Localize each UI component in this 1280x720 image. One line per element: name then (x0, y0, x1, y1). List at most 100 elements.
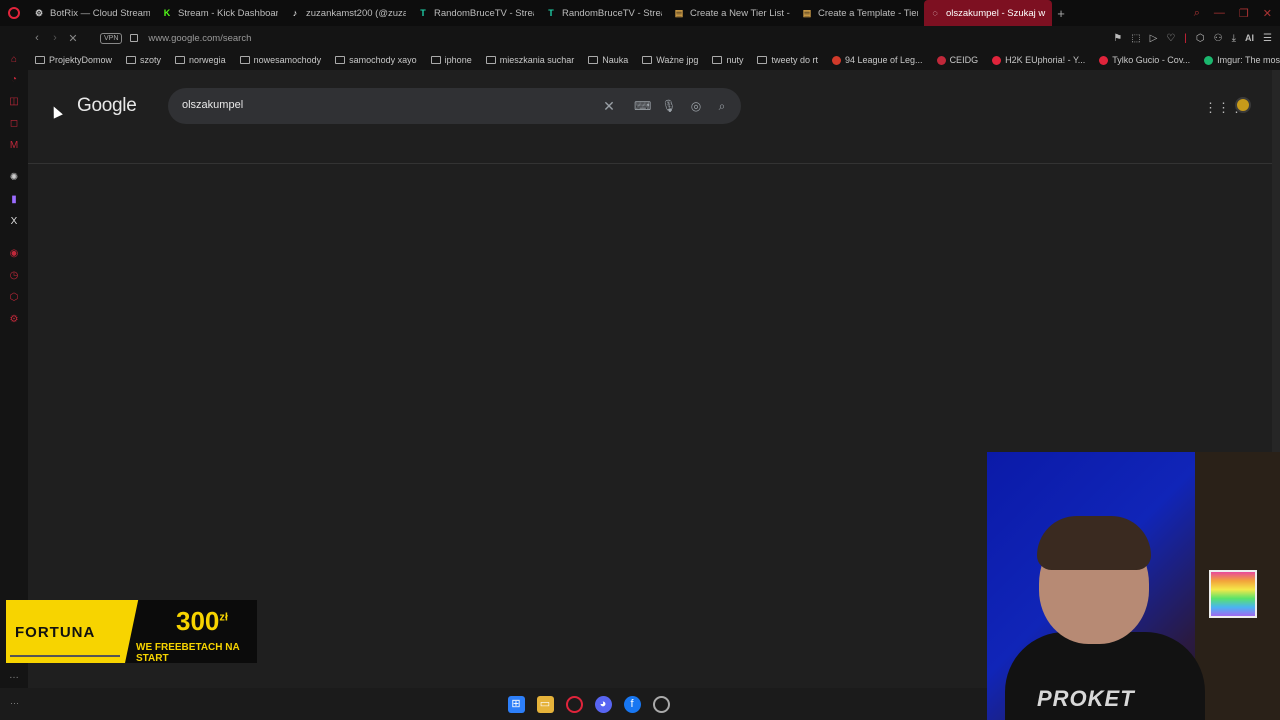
sidebar-history-icon[interactable]: ◔ (8, 74, 20, 86)
camera-lens-icon[interactable]: ◎ (688, 98, 704, 114)
tab-4[interactable]: T RandomBruceTV - Stream (412, 0, 540, 26)
loading-icon: ◌ (932, 8, 938, 18)
bookmark-label: Imgur: The most a... (1217, 55, 1280, 65)
player-icon[interactable]: ▷ (1150, 33, 1158, 44)
bookmark-label: tweety do rt (771, 55, 818, 65)
extensions-icon[interactable]: ⬡ (1196, 33, 1205, 44)
cam-shirt-text: PROKET (1037, 686, 1135, 711)
bookmark-label: iphone (444, 55, 472, 65)
tab-8[interactable]: ◌ olszakumpel - Szukaj w G (924, 0, 1052, 26)
avatar[interactable] (1235, 97, 1251, 113)
facebook-icon[interactable]: f (623, 695, 641, 713)
file-explorer-icon[interactable]: ▭ (536, 695, 554, 713)
new-tab-button[interactable]: + (1052, 6, 1070, 21)
tiktok-icon: ♪ (292, 8, 298, 18)
minimize-button[interactable]: — (1214, 7, 1225, 20)
sidebar-clock-icon[interactable]: ◷ (8, 270, 20, 282)
bookmark-icon[interactable]: ⚑ (1113, 33, 1122, 44)
reload-stop-button[interactable]: ✕ (64, 32, 82, 45)
bookmark-label: H2K EUphoria! - Y... (1005, 55, 1086, 65)
url-field[interactable]: www.google.com/search (148, 33, 251, 44)
fortuna-ad: FORTUNA 300zł WE FREEBETACH NA START (6, 600, 257, 664)
aria-ai-button[interactable]: AI (1245, 33, 1254, 43)
bookmark-item[interactable]: nowesamochody (233, 55, 329, 65)
clear-icon[interactable]: ✕ (601, 98, 617, 114)
sidebar-bag-icon[interactable]: ◫ (8, 96, 20, 108)
address-bar: ‹ › ✕ VPN www.google.com/search ⚑ ⬚ ▷ ♡ … (0, 26, 1280, 50)
discord-icon[interactable]: ◕ (594, 695, 612, 713)
bookmark-item[interactable]: iphone (424, 55, 479, 65)
site-favicon-icon (831, 55, 841, 65)
opera-taskbar-icon[interactable] (565, 695, 583, 713)
forward-button[interactable]: › (46, 32, 64, 44)
search-input[interactable]: olszakumpel (182, 99, 243, 111)
tab-1[interactable]: ⚙ BotRix — Cloud Stream (28, 0, 156, 26)
window-controls: ⌕ — ❐ ✕ (1194, 7, 1280, 20)
webcam-overlay: PROKET (987, 452, 1280, 720)
bookmark-item[interactable]: norwegia (168, 55, 233, 65)
sidebar-more-icon[interactable]: … (8, 670, 20, 682)
sidebar-twitch-icon[interactable]: ▮ (8, 194, 20, 206)
bookmark-item[interactable]: Imgur: The most a... (1197, 55, 1280, 65)
tab-5[interactable]: T RandomBruceTV - Stream (540, 0, 668, 26)
sidebar-messenger-icon[interactable]: ◻ (8, 118, 20, 130)
sidebar-chatgpt-icon[interactable]: ✺ (8, 172, 20, 184)
snapshot-icon[interactable]: ⬚ (1131, 33, 1140, 44)
bookmark-label: Tylko Gucio - Cov... (1112, 55, 1191, 65)
bookmark-item[interactable]: CEIDG (930, 55, 986, 65)
tab-bar: ⚙ BotRix — Cloud Stream K Stream - Kick Das… (0, 0, 1280, 26)
vpn-badge[interactable]: VPN (100, 32, 123, 44)
sidebar-m-icon[interactable]: M (8, 140, 20, 152)
heart-icon[interactable]: ♡ (1166, 33, 1175, 44)
tab-title: RandomBruceTV - Stream (562, 7, 662, 19)
bookmark-item[interactable]: Nauka (581, 55, 635, 65)
gear-icon: ⚙ (34, 8, 44, 18)
bookmark-label: CEIDG (949, 55, 979, 65)
bookmark-item[interactable]: Ważne jpg (635, 55, 705, 65)
tab-2[interactable]: K Stream - Kick Dashboard (156, 0, 284, 26)
sidebar-x-icon[interactable]: X (8, 216, 20, 228)
tab-6[interactable]: ▤ Create a New Tier List - Ti (668, 0, 796, 26)
tab-title: zuzankamst200 (@zuzan (306, 7, 406, 19)
sidebar-player-icon[interactable]: ◉ (8, 248, 20, 260)
folder-icon (126, 56, 137, 64)
back-button[interactable]: ‹ (28, 32, 46, 44)
bookmark-item[interactable]: mieszkania suchar (479, 55, 582, 65)
google-logo[interactable]: Google (77, 95, 137, 117)
sidebar-cube-icon[interactable]: ⬡ (8, 292, 20, 304)
microphone-icon[interactable]: 🎙 (661, 98, 677, 114)
easy-setup-icon[interactable]: ☰ (1263, 33, 1272, 44)
bookmark-label: nowesamochody (253, 55, 322, 65)
bookmark-label: nuty (726, 55, 744, 65)
tab-title: Create a New Tier List - Ti (690, 7, 790, 19)
bookmark-item[interactable]: tweety do rt (750, 55, 825, 65)
lock-icon[interactable] (130, 34, 139, 42)
tab-3[interactable]: ♪ zuzankamst200 (@zuzan (284, 0, 412, 26)
windows-start-icon[interactable]: ⊞ (507, 695, 525, 713)
close-window-button[interactable]: ✕ (1263, 7, 1272, 20)
bookmark-item[interactable]: szoty (119, 55, 168, 65)
search-tabs-icon[interactable]: ⌕ (1194, 7, 1200, 20)
search-box[interactable]: olszakumpel ✕ ⌨ 🎙 ◎ ⌕ (168, 88, 741, 124)
tab-title: olszakumpel - Szukaj w G (946, 7, 1046, 19)
bookmark-item[interactable]: Tylko Gucio - Cov... (1092, 55, 1197, 65)
sidebar-settings-icon[interactable]: ⚙ (8, 314, 20, 326)
tab-7[interactable]: ▤ Create a Template - TierM (796, 0, 924, 26)
sidebar-home-icon[interactable]: ⌂ (8, 54, 20, 66)
opera-menu-button[interactable] (0, 0, 28, 26)
download-icon[interactable]: ⤓ (1232, 33, 1236, 44)
bookmark-item[interactable]: H2K EUphoria! - Y... (985, 55, 1092, 65)
folder-icon (175, 56, 186, 64)
folder-icon (485, 56, 496, 64)
bookmark-item[interactable]: ProjektyDomow (28, 55, 119, 65)
kick-icon: K (163, 8, 171, 18)
keyboard-icon[interactable]: ⌨ (634, 98, 651, 114)
maximize-button[interactable]: ❐ (1239, 7, 1249, 20)
account-icon[interactable]: ⚇ (1214, 33, 1223, 44)
bookmark-item[interactable]: nuty (705, 55, 750, 65)
opera-gx-icon[interactable] (652, 695, 670, 713)
ad-fine-print (10, 655, 120, 657)
bookmark-item[interactable]: samochody xayo (328, 55, 424, 65)
bookmark-item[interactable]: 94 League of Leg... (825, 55, 930, 65)
search-icon[interactable]: ⌕ (714, 98, 730, 114)
